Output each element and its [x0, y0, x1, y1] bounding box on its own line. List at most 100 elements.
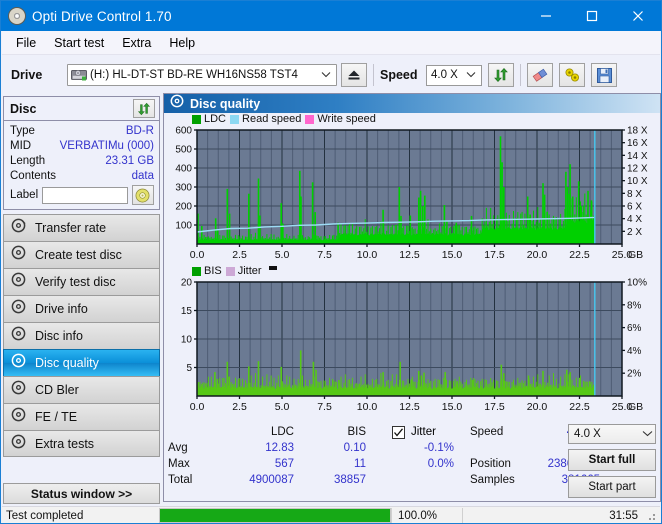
jitter-label: Jitter: [411, 426, 436, 438]
svg-text:16 X: 16 X: [627, 138, 648, 149]
svg-text:22.5: 22.5: [569, 401, 590, 413]
svg-text:300: 300: [175, 183, 192, 194]
legend-label-bis: BIS: [204, 265, 222, 277]
sidebar-item-cd-bler[interactable]: CD Bler: [3, 376, 160, 403]
svg-text:100: 100: [175, 221, 192, 232]
erase-button[interactable]: [527, 63, 553, 87]
ldc-chart-legend: LDC Read speed Write speed: [192, 113, 376, 125]
svg-text:5.0: 5.0: [275, 249, 290, 261]
svg-text:20.0: 20.0: [527, 401, 548, 413]
svg-text:15: 15: [181, 306, 193, 317]
svg-text:0.0: 0.0: [190, 401, 205, 413]
stats-table: LDC BIS Avg 12.83 0.10 Max 567 11 Total …: [168, 424, 366, 488]
disc-row-key: Type: [10, 124, 35, 137]
resize-grip[interactable]: [645, 510, 657, 522]
start-full-button[interactable]: Start full: [568, 449, 656, 471]
disc-icon: [170, 94, 184, 113]
stats-row-label: Total: [168, 474, 193, 486]
svg-text:20.0: 20.0: [527, 249, 548, 261]
sidebar-item-transfer-rate[interactable]: Transfer rate: [3, 214, 160, 241]
disc-row-length: Length 23.31 GB: [10, 153, 154, 168]
sidebar-item-fe-te[interactable]: FE / TE: [3, 403, 160, 430]
minimize-button[interactable]: [523, 1, 569, 31]
disc-info-panel: Disc Type BD-R MID VERBATIMu (000) Lengt…: [3, 96, 160, 210]
stats-avg-ldc: 12.83: [265, 442, 294, 454]
disc-icon: [11, 245, 26, 265]
svg-text:18 X: 18 X: [627, 126, 648, 137]
close-button[interactable]: [615, 1, 661, 31]
bis-chart[interactable]: BIS Jitter 5 10 15 20 2% 4% 6% 8% 10% 0.0 2.5 5.0 7.…: [164, 265, 660, 417]
save-button[interactable]: [591, 63, 617, 87]
menu-bar: File Start test Extra Help: [2, 31, 660, 55]
test-speed-select[interactable]: 4.0 X: [568, 424, 656, 444]
sidebar-item-label: Transfer rate: [35, 221, 107, 235]
maximize-button[interactable]: [569, 1, 615, 31]
jitter-checkbox[interactable]: [392, 425, 405, 439]
content-title: Disc quality: [190, 96, 261, 111]
ldc-chart[interactable]: LDC Read speed Write speed 100 200 300 400 5…: [164, 113, 660, 265]
svg-text:2.5: 2.5: [232, 249, 247, 261]
svg-text:7.5: 7.5: [317, 401, 332, 413]
stats-total-bis: 38857: [334, 474, 366, 486]
sidebar-item-extra-tests[interactable]: Extra tests: [3, 430, 160, 457]
legend-label-write-speed: Write speed: [317, 113, 376, 125]
drive-value: (H:) HL-DT-ST BD-RE WH16NS58 TST4: [90, 69, 298, 81]
sidebar-item-verify-test-disc[interactable]: Verify test disc: [3, 268, 160, 295]
start-part-button[interactable]: Start part: [568, 476, 656, 498]
legend-marker-jitter-scale: [268, 265, 277, 270]
menu-item-start-test[interactable]: Start test: [45, 34, 113, 52]
svg-text:400: 400: [175, 164, 192, 175]
legend-label-ldc: LDC: [204, 113, 227, 125]
svg-text:10%: 10%: [627, 278, 647, 289]
legend-swatch-read-speed: [230, 114, 240, 124]
refresh-button[interactable]: [488, 63, 514, 87]
bis-chart-svg: 5 10 15 20 2% 4% 6% 8% 10% 0.0 2.5 5.0 7.5 10.0 12.5 15…: [181, 278, 647, 414]
disc-quality-panel: Disc quality LDC Read speed Write speed …: [163, 93, 661, 502]
menu-item-help[interactable]: Help: [160, 34, 204, 52]
left-sidebar: Disc Type BD-R MID VERBATIMu (000) Lengt…: [3, 96, 160, 496]
progress-fill: [160, 509, 390, 522]
disc-icon: [11, 326, 26, 346]
chevron-down-icon: [642, 429, 653, 439]
disc-icon: [11, 218, 26, 238]
stats-panel: LDC BIS Avg 12.83 0.10 Max 567 11 Total …: [164, 422, 660, 501]
sidebar-item-drive-info[interactable]: Drive info: [3, 295, 160, 322]
svg-text:2 X: 2 X: [627, 227, 642, 238]
menu-item-extra[interactable]: Extra: [113, 34, 160, 52]
svg-text:12.5: 12.5: [399, 249, 420, 261]
disc-row-value: 23.31 GB: [105, 154, 154, 167]
chevron-down-icon: [318, 70, 334, 80]
eject-button[interactable]: [341, 63, 367, 87]
sidebar-item-create-test-disc[interactable]: Create test disc: [3, 241, 160, 268]
disc-label-apply-button[interactable]: [131, 185, 154, 205]
svg-text:10 X: 10 X: [627, 176, 648, 187]
bis-chart-legend: BIS Jitter: [192, 265, 277, 277]
sidebar-item-disc-quality[interactable]: Disc quality: [3, 349, 160, 376]
menu-item-file[interactable]: File: [7, 34, 45, 52]
position-label: Position: [470, 458, 511, 470]
title-bar: Opti Drive Control 1.70: [1, 1, 661, 31]
svg-text:7.5: 7.5: [317, 249, 332, 261]
status-window-button[interactable]: Status window >>: [3, 483, 160, 504]
settings-button[interactable]: [559, 63, 585, 87]
toolbar: Drive (H:) HL-DT-ST BD-RE WH16NS58 TST4: [2, 56, 660, 94]
status-text: Test completed: [6, 509, 84, 522]
sidebar-item-disc-info[interactable]: Disc info: [3, 322, 160, 349]
speed-value: 4.0 X: [431, 69, 458, 81]
drive-select[interactable]: (H:) HL-DT-ST BD-RE WH16NS58 TST4: [67, 64, 337, 86]
svg-text:22.5: 22.5: [569, 249, 590, 261]
stats-max-bis: 11: [354, 458, 366, 470]
speed-select[interactable]: 4.0 X: [426, 64, 482, 86]
svg-text:6 X: 6 X: [627, 202, 642, 213]
svg-text:15.0: 15.0: [442, 249, 463, 261]
disc-refresh-button[interactable]: [133, 99, 155, 118]
svg-text:10.0: 10.0: [357, 249, 378, 261]
svg-text:0.0: 0.0: [190, 249, 205, 261]
speed-label: Speed: [380, 68, 418, 82]
svg-text:17.5: 17.5: [484, 249, 505, 261]
drive-device-icon: [71, 69, 87, 82]
disc-row-value: data: [131, 169, 154, 182]
app-disc-icon: [8, 7, 26, 25]
progress-bar: [159, 508, 391, 523]
disc-label-input[interactable]: [42, 186, 129, 204]
